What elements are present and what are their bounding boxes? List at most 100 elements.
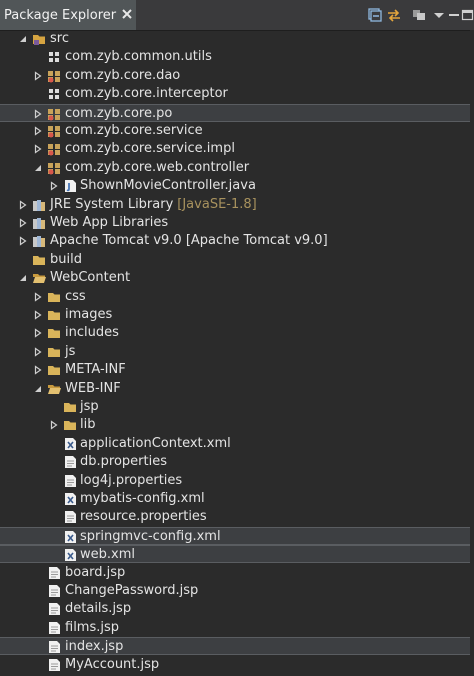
tree-item[interactable]: ChangePassword.jsp [0,582,474,600]
tree-item[interactable]: films.jsp [0,619,474,637]
tree-item-label: mybatis-config.xml [80,491,205,506]
tree-item-label: build [50,251,82,267]
tree-item-label: films.jsp [65,619,120,635]
tree-item[interactable]: Web App Libraries [0,214,474,232]
expanded-arrow-icon[interactable] [18,273,28,283]
collapsed-arrow-icon[interactable] [49,181,59,191]
tree-item[interactable]: com.zyb.common.utils [0,48,474,66]
collapsed-arrow-icon[interactable] [18,199,28,210]
source-folder-icon [33,35,45,45]
tree-item[interactable]: com.zyb.core.po [0,103,474,122]
xml-file-icon [65,530,76,543]
view-header: Package Explorer [0,0,474,31]
tree-item[interactable]: com.zyb.core.service.impl [0,140,474,158]
file-icon [65,456,76,469]
tree-item-label: META-INF [65,362,126,378]
collapsed-arrow-icon[interactable] [33,347,43,357]
collapsed-arrow-icon[interactable] [33,144,43,155]
tree-item-label: css [65,288,86,304]
collapsed-arrow-icon[interactable] [18,236,28,247]
expanded-arrow-icon[interactable] [33,163,43,173]
folder-open-icon [48,384,61,394]
tree-item[interactable]: WebContent [0,269,474,287]
tree-item-label: WebContent [50,270,131,286]
tree-item[interactable]: com.zyb.core.dao [0,67,474,85]
tree-item[interactable]: src [0,30,474,48]
tree-item[interactable]: JRE System Library [JavaSE-1.8] [0,196,474,214]
folder-icon [48,292,60,302]
file-icon [49,585,60,597]
folder-open-icon [33,274,46,284]
close-icon[interactable] [121,8,133,20]
tree-item[interactable]: details.jsp [0,600,474,618]
tree-item-label: index.jsp [65,639,124,655]
tree-item-label: com.zyb.core.interceptor [65,86,228,102]
tree-item[interactable]: Apache Tomcat v9.0 [Apache Tomcat v9.0] [0,232,474,250]
tree-item[interactable]: build [0,251,474,269]
folder-icon [48,329,60,339]
tree-item[interactable]: includes [0,324,474,342]
expanded-arrow-icon[interactable] [18,34,28,44]
file-icon [49,566,60,579]
collapsed-arrow-icon[interactable] [33,291,43,302]
collapsed-arrow-icon[interactable] [33,310,43,320]
package-icon [48,126,60,138]
tree-item[interactable]: com.zyb.core.service [0,122,474,140]
tree-item-label: lib [80,417,96,433]
tree-item-label: web.xml [80,547,135,563]
focus-on-active-task-icon[interactable] [411,7,427,23]
tree-item-label: com.zyb.core.dao [65,67,181,83]
tree-item-label: jsp [80,399,99,414]
tree-item[interactable]: applicationContext.xml [0,435,474,453]
tree-item-label: springmvc-config.xml [80,528,221,544]
java-file-icon [65,180,76,193]
folder-icon [33,255,45,265]
collapsed-arrow-icon[interactable] [33,126,43,136]
tree-item[interactable]: WEB-INF [0,380,474,398]
file-icon [65,511,76,524]
collapsed-arrow-icon[interactable] [33,71,43,81]
tree-item[interactable]: resource.properties [0,508,474,526]
view-menu-icon[interactable] [431,7,447,23]
link-with-editor-icon[interactable] [386,7,402,23]
tree-item[interactable]: ShownMovieController.java [0,177,474,195]
tree-item[interactable]: db.properties [0,453,474,471]
tree-item-label: ChangePassword.jsp [65,583,199,598]
tree-item-label: src [50,31,69,46]
tree-item[interactable]: com.zyb.core.interceptor [0,85,474,103]
tree-item[interactable]: board.jsp [0,564,474,582]
folder-icon [48,347,60,357]
tree-item-label: JRE System Library [JavaSE-1.8] [50,196,257,212]
tree-item[interactable]: MyAccount.jsp [0,656,474,674]
tree-item-label: WEB-INF [65,380,121,396]
tab-title: Package Explorer [4,7,117,23]
tree-item[interactable]: springmvc-config.xml [0,526,474,545]
expanded-arrow-icon[interactable] [33,384,43,394]
tree-item[interactable]: com.zyb.core.web.controller [0,159,474,177]
tree-item[interactable]: mybatis-config.xml [0,490,474,508]
vertical-scrollbar[interactable] [470,30,474,676]
tree-item-label: includes [65,325,119,341]
tree-item[interactable]: index.jsp [0,637,474,656]
tab-package-explorer[interactable]: Package Explorer [0,0,136,30]
tree-item[interactable]: css [0,288,474,306]
collapsed-arrow-icon[interactable] [33,328,43,339]
tree-item[interactable]: images [0,306,474,324]
tree-item[interactable]: lib [0,416,474,434]
tree-item-label: Apache Tomcat v9.0 [Apache Tomcat v9.0] [50,233,328,249]
tree-item[interactable]: web.xml [0,545,474,564]
collapse-all-icon[interactable] [367,7,383,23]
collapsed-arrow-icon[interactable] [18,218,28,228]
tree-item-label: Web App Libraries [50,215,169,230]
tree-item[interactable]: jsp [0,398,474,416]
tree-item[interactable]: META-INF [0,361,474,379]
tree-item-label: applicationContext.xml [80,435,231,451]
maximize-icon[interactable] [460,7,474,23]
collapsed-arrow-icon[interactable] [33,365,43,375]
tree-item[interactable]: log4j.properties [0,472,474,490]
file-icon [49,603,60,616]
tree-item-label: MyAccount.jsp [65,656,160,672]
tree-item[interactable]: js [0,343,474,361]
collapsed-arrow-icon[interactable] [49,420,59,431]
collapsed-arrow-icon[interactable] [33,108,43,119]
